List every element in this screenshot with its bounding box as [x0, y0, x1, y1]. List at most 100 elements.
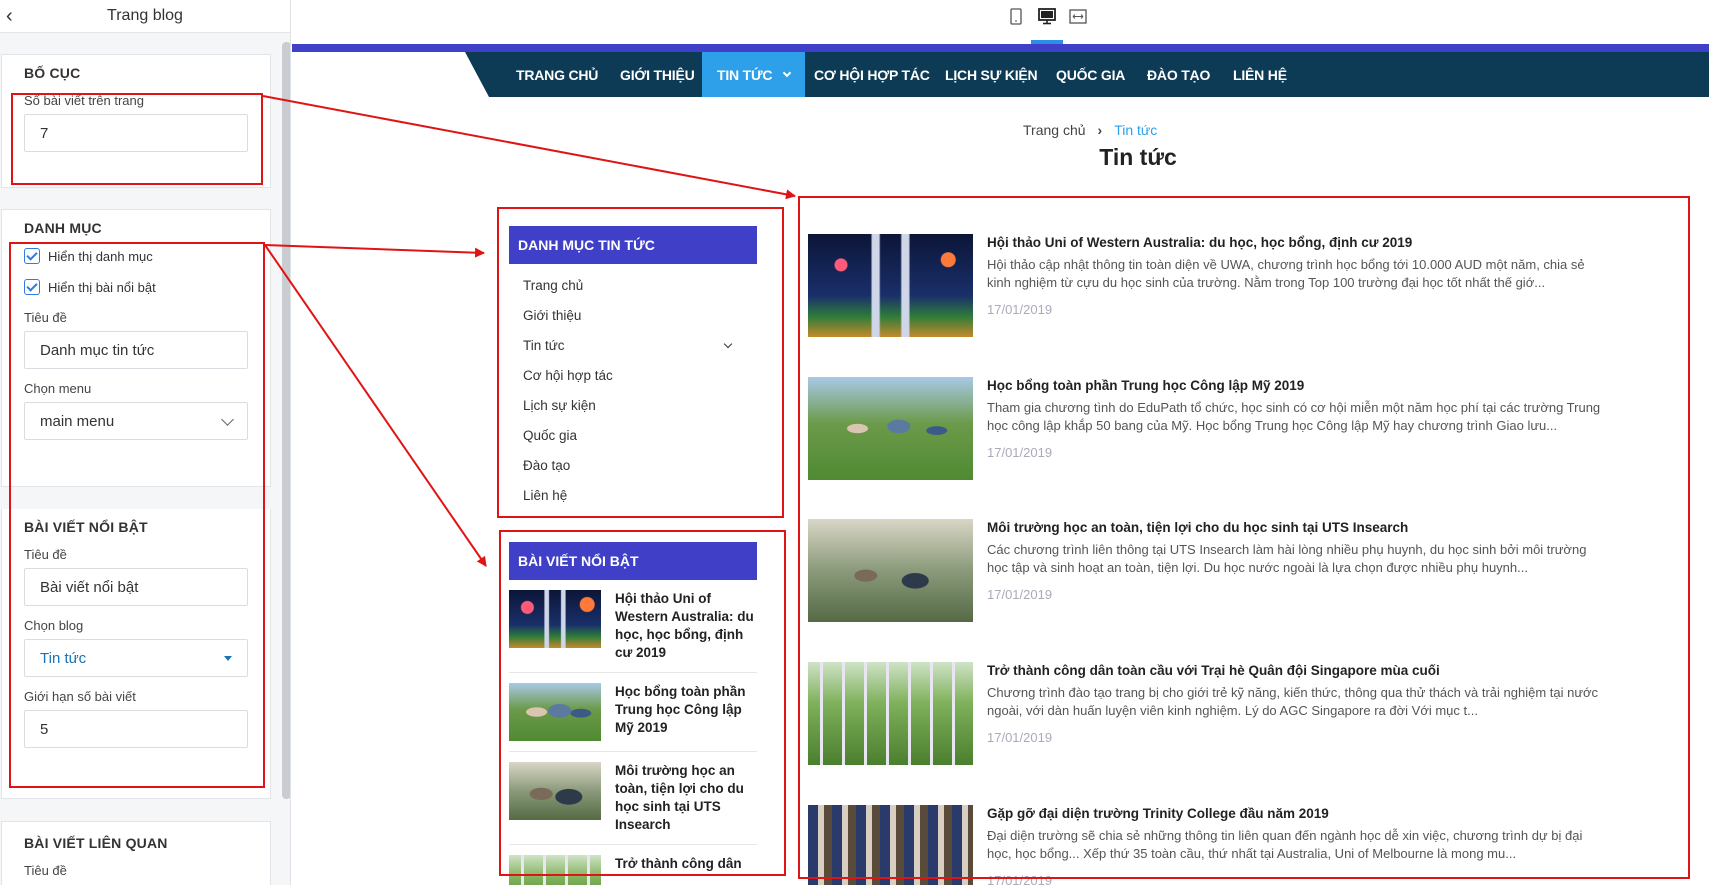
post-summary: Đại diện trường sẽ chia sẻ những thông t…	[987, 828, 1583, 861]
category-item[interactable]: Quốc gia	[509, 420, 757, 450]
featured-item-title[interactable]: Môi trường học an toàn, tiện lợi cho du …	[615, 762, 757, 834]
related-section: BÀI VIẾT LIÊN QUAN Tiêu đề	[1, 821, 271, 885]
featured-section: BÀI VIẾT NỔI BẬT Tiêu đề Bài viết nổi bậ…	[1, 509, 271, 799]
sidebar-scrollbar[interactable]	[282, 42, 290, 799]
show-featured-checkbox[interactable]: Hiển thị bài nổi bật	[24, 279, 248, 295]
featured-item-title[interactable]: Học bổng toàn phần Trung học Công lập Mỹ…	[615, 683, 757, 741]
menu-select-value: main menu	[40, 412, 115, 430]
category-item-label: Đào tạo	[523, 457, 571, 473]
posts-per-page-input[interactable]: 7	[24, 114, 248, 152]
blog-select-value: Tin tức	[40, 649, 87, 667]
featured-thumbnail[interactable]	[509, 762, 601, 820]
chevron-down-icon[interactable]	[723, 339, 733, 348]
category-widget-heading: DANH MỤC TIN TỨC	[509, 226, 757, 264]
category-heading: DANH MỤC	[24, 220, 102, 236]
post-date: 17/01/2019	[987, 873, 1053, 885]
chevron-right-icon: ›	[1097, 122, 1103, 138]
post-thumbnail[interactable]	[808, 234, 973, 337]
featured-title-input[interactable]: Bài viết nổi bật	[24, 568, 248, 606]
desktop-icon[interactable]	[1037, 8, 1057, 26]
checkbox-checked-icon[interactable]	[24, 279, 40, 295]
category-item-label: Giới thiệu	[523, 307, 582, 323]
post-title[interactable]: Môi trường học an toàn, tiện lợi cho du …	[987, 520, 1607, 535]
post-date: 17/01/2019	[987, 587, 1053, 602]
layout-section: BỐ CỤC Số bài viết trên trang 7	[1, 54, 271, 188]
nav-item-dao-tao[interactable]: ĐÀO TẠO	[1147, 52, 1210, 97]
featured-item[interactable]: Trở thành công dân	[509, 845, 757, 885]
nav-item-trang-chu[interactable]: TRANG CHỦ	[516, 52, 598, 97]
category-item[interactable]: Cơ hội hợp tác	[509, 360, 757, 390]
category-item-label: Quốc gia	[523, 427, 578, 443]
nav-item-quoc-gia[interactable]: QUỐC GIA	[1056, 52, 1125, 97]
breadcrumb-current: Tin tức	[1114, 122, 1158, 138]
featured-item-title[interactable]: Hội thảo Uni of Western Australia: du họ…	[615, 590, 757, 662]
post-summary: Hội thảo cập nhật thông tin toàn diện về…	[987, 257, 1585, 290]
featured-item-title[interactable]: Trở thành công dân	[615, 855, 742, 885]
menu-select[interactable]: main menu	[24, 402, 248, 440]
featured-widget: BÀI VIẾT NỔI BẬT Hội thảo Uni of Western…	[509, 542, 757, 885]
post-item: Môi trường học an toàn, tiện lợi cho du …	[808, 519, 1608, 622]
nav-item-co-hoi-hop-tac[interactable]: CƠ HỘI HỢP TÁC	[814, 52, 930, 97]
featured-thumbnail[interactable]	[509, 590, 601, 648]
nav-item-tin-tuc[interactable]: TIN TỨC	[702, 52, 806, 97]
post-date: 17/01/2019	[987, 302, 1053, 317]
show-category-checkbox[interactable]: Hiển thị danh mục	[24, 248, 248, 264]
settings-sidebar: ‹ Trang blog BỐ CỤC Số bài viết trên tra…	[0, 0, 291, 885]
post-item: Hội thảo Uni of Western Australia: du họ…	[808, 234, 1608, 337]
post-title[interactable]: Hội thảo Uni of Western Australia: du họ…	[987, 235, 1607, 250]
mobile-icon[interactable]	[1006, 8, 1026, 26]
site-preview: TRANG CHỦ GIỚI THIỆU TIN TỨC CƠ HỘI HỢP …	[292, 44, 1709, 885]
post-thumbnail[interactable]	[808, 519, 973, 622]
sidebar-title: Trang blog	[107, 7, 183, 24]
back-arrow-icon[interactable]: ‹	[6, 5, 13, 28]
featured-item[interactable]: Môi trường học an toàn, tiện lợi cho du …	[509, 752, 757, 845]
show-category-label: Hiển thị danh mục	[48, 248, 153, 264]
post-thumbnail[interactable]	[808, 377, 973, 480]
chevron-down-icon	[783, 68, 792, 77]
category-item-label: Tin tức	[523, 337, 565, 353]
category-title-input[interactable]: Danh mục tin tức	[24, 331, 248, 369]
category-item[interactable]: Đào tạo	[509, 450, 757, 480]
featured-thumbnail[interactable]	[509, 855, 601, 885]
post-item: Học bổng toàn phần Trung học Công lập Mỹ…	[808, 377, 1608, 480]
breadcrumb-home[interactable]: Trang chủ	[1023, 122, 1086, 138]
fullwidth-icon[interactable]	[1068, 8, 1088, 26]
main-nav: TRANG CHỦ GIỚI THIỆU TIN TỨC CƠ HỘI HỢP …	[465, 52, 1709, 97]
show-featured-label: Hiển thị bài nổi bật	[48, 279, 156, 295]
top-accent-bar	[292, 44, 1709, 52]
breadcrumb: Trang chủ › Tin tức	[1023, 122, 1157, 138]
related-heading: BÀI VIẾT LIÊN QUAN	[24, 835, 168, 851]
category-item[interactable]: Liên hệ	[509, 480, 757, 510]
post-limit-input[interactable]: 5	[24, 710, 248, 748]
checkbox-checked-icon[interactable]	[24, 248, 40, 264]
post-title[interactable]: Gặp gỡ đại diện trường Trinity College đ…	[987, 806, 1607, 821]
post-item: Trở thành công dân toàn cầu với Trại hè …	[808, 662, 1608, 765]
nav-item-lich-su-kien[interactable]: LỊCH SỰ KIỆN	[945, 52, 1038, 97]
post-thumbnail[interactable]	[808, 805, 973, 885]
category-item-label: Trang chủ	[523, 277, 584, 293]
blog-select[interactable]: Tin tức	[24, 639, 248, 677]
featured-item[interactable]: Hội thảo Uni of Western Australia: du họ…	[509, 580, 757, 673]
category-item[interactable]: Tin tức	[509, 330, 757, 360]
featured-thumbnail[interactable]	[509, 683, 601, 741]
post-title[interactable]: Học bổng toàn phần Trung học Công lập Mỹ…	[987, 378, 1607, 393]
post-date: 17/01/2019	[987, 730, 1053, 745]
category-section: DANH MỤC Hiển thị danh mục Hiển thị bài …	[1, 209, 271, 487]
caret-down-icon	[224, 655, 232, 661]
category-item[interactable]: Giới thiệu	[509, 300, 757, 330]
nav-item-gioi-thieu[interactable]: GIỚI THIỆU	[620, 52, 695, 97]
nav-item-lien-he[interactable]: LIÊN HỆ	[1233, 52, 1287, 97]
posts-per-page-label: Số bài viết trên trang	[24, 93, 144, 108]
layout-heading: BỐ CỤC	[24, 65, 81, 81]
post-limit-label: Giới hạn số bài viết	[24, 689, 136, 704]
featured-title-label: Tiêu đề	[24, 547, 67, 562]
category-item-label: Liên hệ	[523, 487, 568, 503]
post-summary: Chương trình đào tạo trang bị cho giới t…	[987, 685, 1599, 718]
post-title[interactable]: Trở thành công dân toàn cầu với Trại hè …	[987, 663, 1607, 678]
post-thumbnail[interactable]	[808, 662, 973, 765]
category-item[interactable]: Trang chủ	[509, 270, 757, 300]
category-item[interactable]: Lịch sự kiện	[509, 390, 757, 420]
post-summary: Các chương trình liên thông tại UTS Inse…	[987, 542, 1587, 575]
featured-item[interactable]: Học bổng toàn phần Trung học Công lập Mỹ…	[509, 673, 757, 752]
category-title-label: Tiêu đề	[24, 310, 67, 325]
